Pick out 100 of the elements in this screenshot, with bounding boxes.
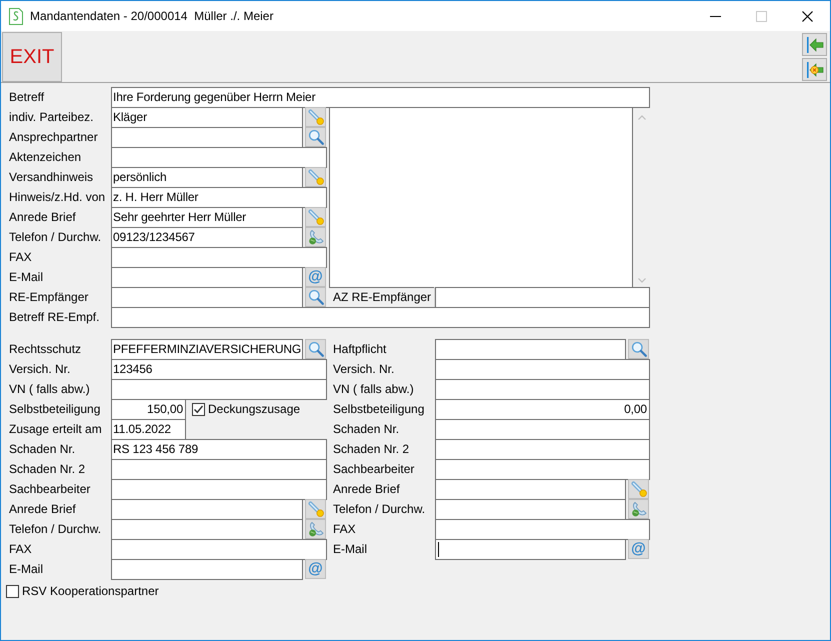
input-field[interactable]	[111, 519, 303, 540]
wand-icon	[308, 169, 324, 185]
field-label: Sachbearbeiter	[333, 461, 416, 478]
dial-button[interactable]	[305, 519, 326, 539]
search-button[interactable]	[305, 339, 326, 359]
maximize-icon	[756, 10, 766, 22]
input-field[interactable]: 0,00	[435, 399, 650, 420]
checkbox-label[interactable]: Deckungszusage	[208, 399, 300, 419]
checkmark-icon	[193, 404, 204, 414]
input-field[interactable]	[111, 499, 303, 520]
search-icon	[308, 289, 324, 305]
input-field[interactable]	[111, 247, 327, 268]
input-field[interactable]	[111, 127, 303, 148]
input-field[interactable]: 123456	[111, 359, 327, 380]
arrow-left-x-icon	[806, 60, 824, 78]
field-label: E-Mail	[9, 269, 44, 286]
input-field[interactable]	[111, 287, 303, 308]
input-field[interactable]	[111, 147, 327, 168]
wand-icon	[308, 501, 324, 517]
field-label: FAX	[9, 541, 33, 558]
input-field[interactable]	[111, 307, 650, 328]
checkbox[interactable]	[192, 402, 205, 416]
field-label: E-Mail	[333, 541, 368, 558]
input-field[interactable]	[435, 539, 626, 560]
field-label: Sachbearbeiter	[9, 481, 92, 498]
field-label: VN ( falls abw.)	[333, 381, 415, 398]
field-label: Betreff RE-Empf.	[9, 309, 100, 326]
field-label: indiv. Parteibez.	[9, 109, 94, 126]
field-label: Versich. Nr.	[9, 361, 72, 378]
field-label: FAX	[333, 521, 357, 538]
search-button[interactable]	[305, 127, 326, 147]
input-field[interactable]: Ihre Forderung gegenüber Herrn Meier	[111, 87, 650, 108]
dial-button[interactable]	[628, 499, 649, 519]
field-label: Telefon / Durchw.	[9, 521, 102, 538]
field-label: Anrede Brief	[9, 501, 77, 518]
field-label: Telefon / Durchw.	[9, 229, 102, 246]
input-field[interactable]: 09123/1234567	[111, 227, 303, 248]
input-field[interactable]	[111, 539, 327, 560]
close-icon	[802, 10, 812, 22]
input-field[interactable]	[435, 379, 650, 400]
arrow-left-icon	[806, 36, 824, 54]
input-field[interactable]	[435, 479, 626, 500]
input-field[interactable]	[111, 379, 327, 400]
field-label: Rechtsschutz	[9, 341, 82, 358]
field-label: VN ( falls abw.)	[9, 381, 91, 398]
input-field[interactable]: persönlich	[111, 167, 303, 188]
field-label: Versich. Nr.	[333, 361, 396, 378]
input-field[interactable]: Sehr geehrter Herr Müller	[111, 207, 303, 228]
exit-button[interactable]: EXIT	[2, 32, 62, 82]
input-field[interactable]	[435, 459, 650, 480]
document-icon	[9, 8, 23, 24]
field-label: Anrede Brief	[9, 209, 77, 226]
field-label: Ansprechpartner	[9, 129, 99, 146]
checkbox-label[interactable]: RSV Kooperationspartner	[22, 581, 159, 601]
field-label: Zusage erteilt am	[9, 421, 103, 438]
field-label: Anrede Brief	[333, 481, 401, 498]
input-field[interactable]: Kläger	[111, 107, 303, 128]
field-label: Selbstbeteiligung	[9, 401, 102, 418]
field-label: Telefon / Durchw.	[333, 501, 426, 518]
wand-icon	[308, 109, 324, 125]
input-field[interactable]	[111, 267, 303, 288]
input-field[interactable]: RS 123 456 789	[111, 439, 327, 460]
input-field[interactable]	[435, 339, 626, 360]
input-field[interactable]	[435, 287, 650, 308]
field-label: RE-Empfänger	[9, 289, 90, 306]
phone-icon	[308, 229, 324, 245]
input-field[interactable]: 150,00	[111, 399, 186, 420]
field-label: Schaden Nr.	[9, 441, 76, 458]
field-label: Schaden Nr.	[333, 421, 400, 438]
field-label: Haftpflicht	[333, 341, 388, 358]
notes-field[interactable]	[329, 107, 633, 288]
input-field[interactable]: z. H. Herr Müller	[111, 187, 327, 208]
input-field[interactable]: 11.05.2022	[111, 419, 186, 440]
field-label: Betreff	[9, 89, 46, 106]
input-field[interactable]: PFEFFERMINZIAVERSICHERUNG	[111, 339, 303, 360]
search-icon	[630, 341, 646, 357]
input-field[interactable]	[435, 359, 650, 380]
input-field[interactable]	[111, 479, 327, 500]
window-title: Mandantendaten - 20/000014 Müller ./. Meier	[30, 9, 274, 23]
input-field[interactable]	[111, 559, 303, 580]
field-label: Selbstbeteiligung	[333, 401, 426, 418]
wand-icon	[308, 209, 324, 225]
search-icon	[308, 129, 324, 145]
input-field[interactable]	[435, 419, 650, 440]
phone-icon	[630, 501, 646, 517]
checkbox[interactable]	[6, 584, 19, 598]
field-label: Schaden Nr. 2	[333, 441, 410, 458]
field-label: E-Mail	[9, 561, 44, 578]
input-field[interactable]	[111, 459, 327, 480]
input-field[interactable]	[435, 519, 650, 540]
input-field[interactable]	[435, 499, 626, 520]
search-button[interactable]	[628, 339, 649, 359]
search-icon	[308, 341, 324, 357]
dial-button[interactable]	[305, 227, 326, 247]
discard-back-button[interactable]	[802, 58, 827, 81]
search-button[interactable]	[305, 287, 326, 307]
wand-icon	[630, 481, 646, 497]
field-label: Schaden Nr. 2	[9, 461, 86, 478]
field-label: Aktenzeichen	[9, 149, 82, 166]
input-field[interactable]	[435, 439, 650, 460]
